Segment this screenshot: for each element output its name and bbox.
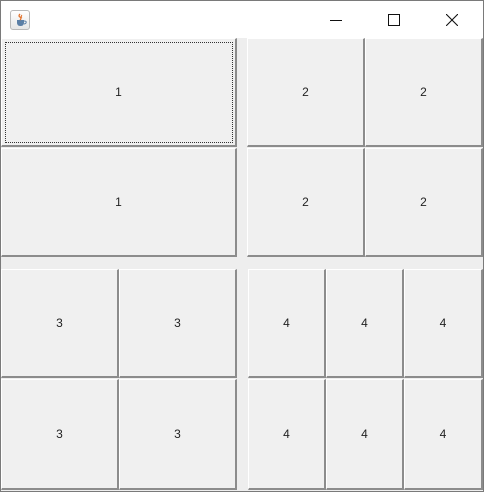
button-label: 1 [115, 85, 122, 99]
panel-3-button[interactable]: 3 [1, 379, 119, 490]
button-label: 4 [361, 427, 368, 441]
panel-4-button[interactable]: 4 [404, 269, 483, 378]
java-cup-icon[interactable] [10, 10, 30, 30]
title-bar[interactable] [1, 1, 483, 38]
minimize-button[interactable] [307, 1, 365, 38]
minimize-icon [330, 19, 342, 21]
panel-4-button[interactable]: 4 [248, 269, 326, 378]
button-label: 2 [302, 195, 309, 209]
maximize-button[interactable] [365, 1, 423, 38]
panel-3-button[interactable]: 3 [119, 269, 237, 378]
panel-4-button[interactable]: 4 [248, 379, 326, 490]
panel-1-button[interactable]: 1 [1, 38, 237, 147]
panel-4-button[interactable]: 4 [326, 379, 404, 490]
panel-2-button[interactable]: 2 [247, 148, 365, 257]
panel-2-button[interactable]: 2 [365, 148, 483, 257]
button-label: 3 [174, 427, 181, 441]
panel-4-button[interactable]: 4 [404, 379, 483, 490]
button-label: 4 [439, 427, 447, 441]
panel-4-button[interactable]: 4 [326, 269, 404, 378]
close-button[interactable] [423, 1, 481, 38]
maximize-icon [388, 13, 400, 26]
button-label: 2 [420, 195, 427, 209]
button-label: 4 [283, 427, 290, 441]
panel-2-button[interactable]: 2 [365, 38, 483, 147]
app-window: 1 1 2 2 2 2 3 3 3 3 4 4 4 4 4 4 [0, 0, 484, 492]
button-label: 2 [420, 85, 427, 99]
button-label: 4 [361, 316, 368, 330]
content-pane: 1 1 2 2 2 2 3 3 3 3 4 4 4 4 4 4 [1, 38, 483, 491]
button-label: 3 [56, 427, 63, 441]
button-label: 3 [56, 316, 63, 330]
panel-3-button[interactable]: 3 [1, 269, 119, 378]
button-label: 2 [302, 85, 309, 99]
button-label: 1 [115, 195, 122, 209]
button-label: 3 [174, 316, 181, 330]
panel-1-button[interactable]: 1 [1, 148, 237, 257]
close-icon [446, 13, 458, 26]
button-label: 4 [283, 316, 290, 330]
panel-2-button[interactable]: 2 [247, 38, 365, 147]
button-label: 4 [439, 316, 447, 330]
panel-3-button[interactable]: 3 [119, 379, 237, 490]
